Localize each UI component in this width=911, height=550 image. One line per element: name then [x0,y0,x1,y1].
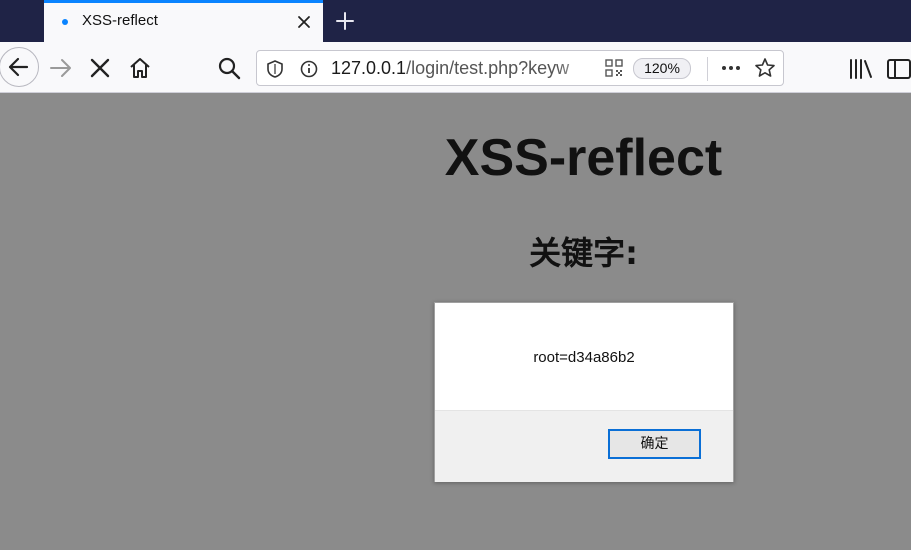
search-icon[interactable] [214,53,244,83]
info-icon[interactable] [299,59,319,79]
ok-button[interactable]: 确定 [608,429,701,459]
tab-strip: XSS-reflect [0,0,911,42]
home-icon[interactable] [125,53,155,83]
shield-icon[interactable] [265,59,285,79]
url-bar[interactable]: 127.0.0.1/login/test.php?keyw 120% [256,50,784,86]
close-tab-icon[interactable] [293,11,315,33]
loading-dot-icon [62,19,68,25]
back-arrow-icon [8,57,29,77]
tab-active[interactable]: XSS-reflect [44,0,323,42]
urlbar-divider [707,57,708,81]
forward-arrow-icon[interactable] [46,53,76,83]
stop-loading-icon[interactable] [85,53,115,83]
qr-code-icon[interactable] [604,58,624,78]
zoom-level-button[interactable]: 120% [633,58,691,79]
url-host: 127.0.0.1 [331,58,407,78]
library-icon[interactable] [846,54,876,84]
page-actions-icon[interactable] [719,58,743,78]
url-fade [557,53,597,83]
url-text[interactable]: 127.0.0.1/login/test.php?keyw [331,58,591,79]
sidebar-icon[interactable] [884,54,911,84]
bookmark-star-icon[interactable] [754,57,776,79]
back-button[interactable] [0,47,39,87]
new-tab-icon[interactable] [333,9,357,33]
tab-title: XSS-reflect [82,12,158,29]
alert-message: root=d34a86b2 [533,349,635,366]
keyword-heading: 关键字: [529,234,638,272]
alert-footer: 确定 [435,410,733,482]
nav-toolbar: 127.0.0.1/login/test.php?keyw 120% [0,42,911,93]
url-path: /login/test.php?keyw [406,58,570,78]
page-title: XSS-reflect [444,129,723,187]
alert-dialog: root=d34a86b2 确定 [434,302,734,482]
